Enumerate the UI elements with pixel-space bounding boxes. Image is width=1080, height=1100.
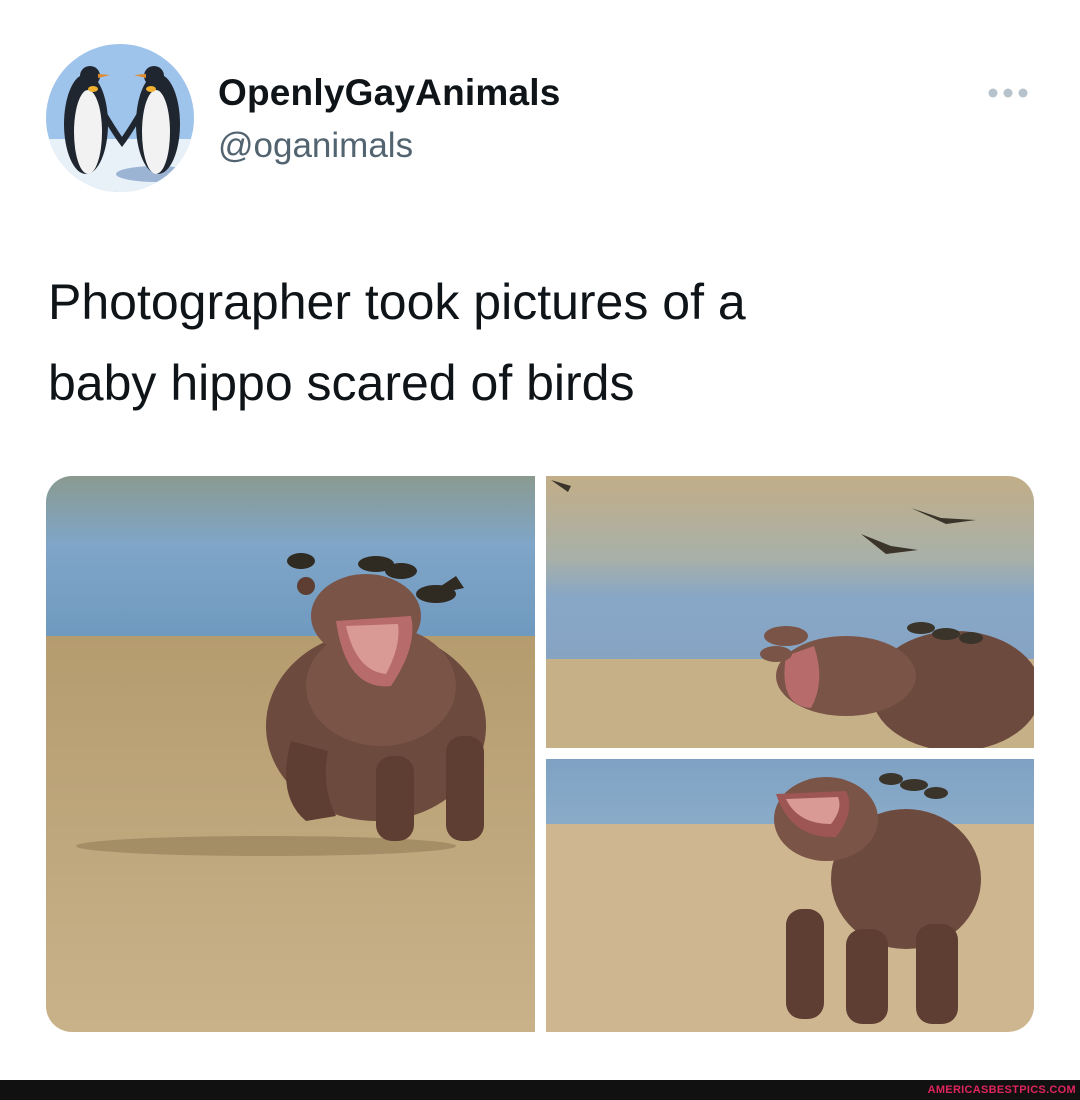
avatar[interactable] xyxy=(46,44,194,192)
display-name[interactable]: OpenlyGayAnimals xyxy=(218,72,561,114)
footer-bar xyxy=(0,1080,1080,1100)
hippo-photo-birds-flying[interactable] xyxy=(546,476,1034,748)
penguins-avatar-icon xyxy=(46,44,194,192)
hippo-photo-running[interactable] xyxy=(46,476,535,1032)
more-options-icon[interactable] xyxy=(984,80,1034,106)
hippo-photo-front-view[interactable] xyxy=(546,759,1034,1032)
watermark: AMERICASBESTPICS.COM xyxy=(927,1084,1076,1096)
user-handle[interactable]: @oganimals xyxy=(218,126,413,166)
hippo-running-icon xyxy=(46,476,535,1032)
tweet-text: Photographer took pictures of a baby hip… xyxy=(48,274,746,411)
hippo-front-view-icon xyxy=(546,759,1034,1032)
hippo-birds-flying-icon xyxy=(546,476,1034,748)
photo-grid xyxy=(46,476,1034,1032)
